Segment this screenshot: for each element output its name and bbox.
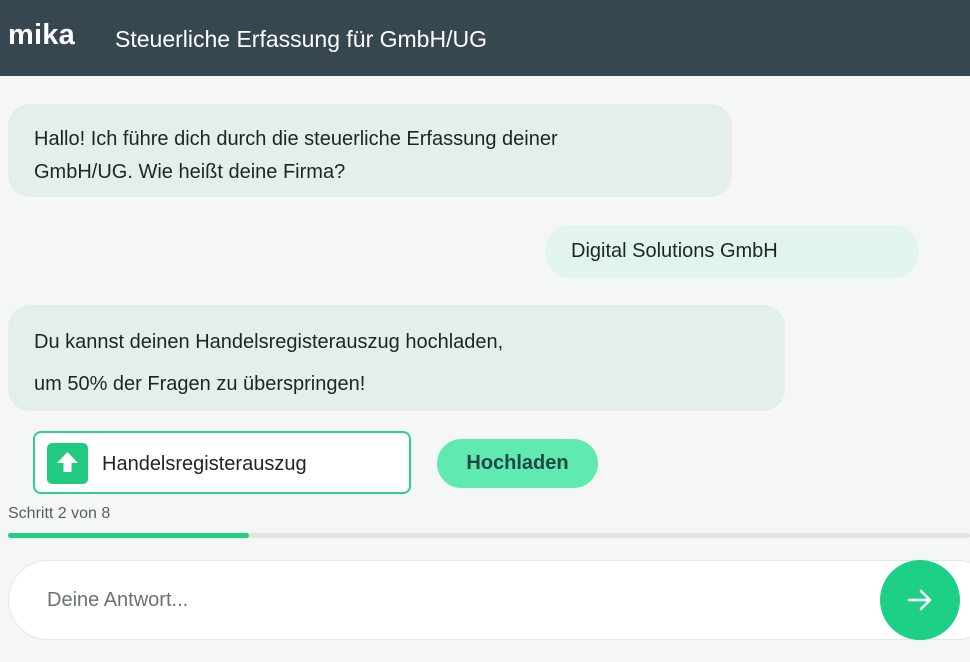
progress-bar: [8, 533, 970, 538]
answer-input[interactable]: [47, 579, 867, 621]
user-message-company: Digital Solutions GmbH: [545, 225, 919, 278]
page-title: Steuerliche Erfassung für GmbH/UG: [115, 26, 487, 52]
step-indicator: Schritt 2 von 8: [8, 505, 111, 522]
message-line: GmbH/UG. Wie heißt deine Firma?: [34, 161, 346, 183]
upload-button[interactable]: Hochladen: [437, 439, 598, 488]
app-header: mika Steuerliche Erfassung für GmbH/UG: [0, 0, 970, 76]
message-line: Du kannst deinen Handelsregisterauszug h…: [34, 331, 504, 353]
bot-message-greeting: Hallo! Ich führe dich durch die steuerli…: [8, 104, 732, 197]
upload-icon: [47, 443, 88, 484]
progress-bar-fill: [8, 533, 249, 538]
arrow-right-icon: [907, 589, 932, 611]
bot-message-upload-hint: Du kannst deinen Handelsregisterauszug h…: [8, 305, 785, 411]
message-line: Digital Solutions GmbH: [571, 240, 778, 262]
upload-file-label: Handelsregisterauszug: [102, 453, 307, 475]
send-button[interactable]: [880, 560, 960, 640]
app-logo: mika: [8, 19, 75, 51]
upload-file-field[interactable]: Handelsregisterauszug: [33, 431, 411, 494]
message-line: um 50% der Fragen zu überspringen!: [34, 373, 366, 395]
answer-field-container: [8, 560, 970, 640]
message-line: Hallo! Ich führe dich durch die steuerli…: [34, 128, 558, 150]
